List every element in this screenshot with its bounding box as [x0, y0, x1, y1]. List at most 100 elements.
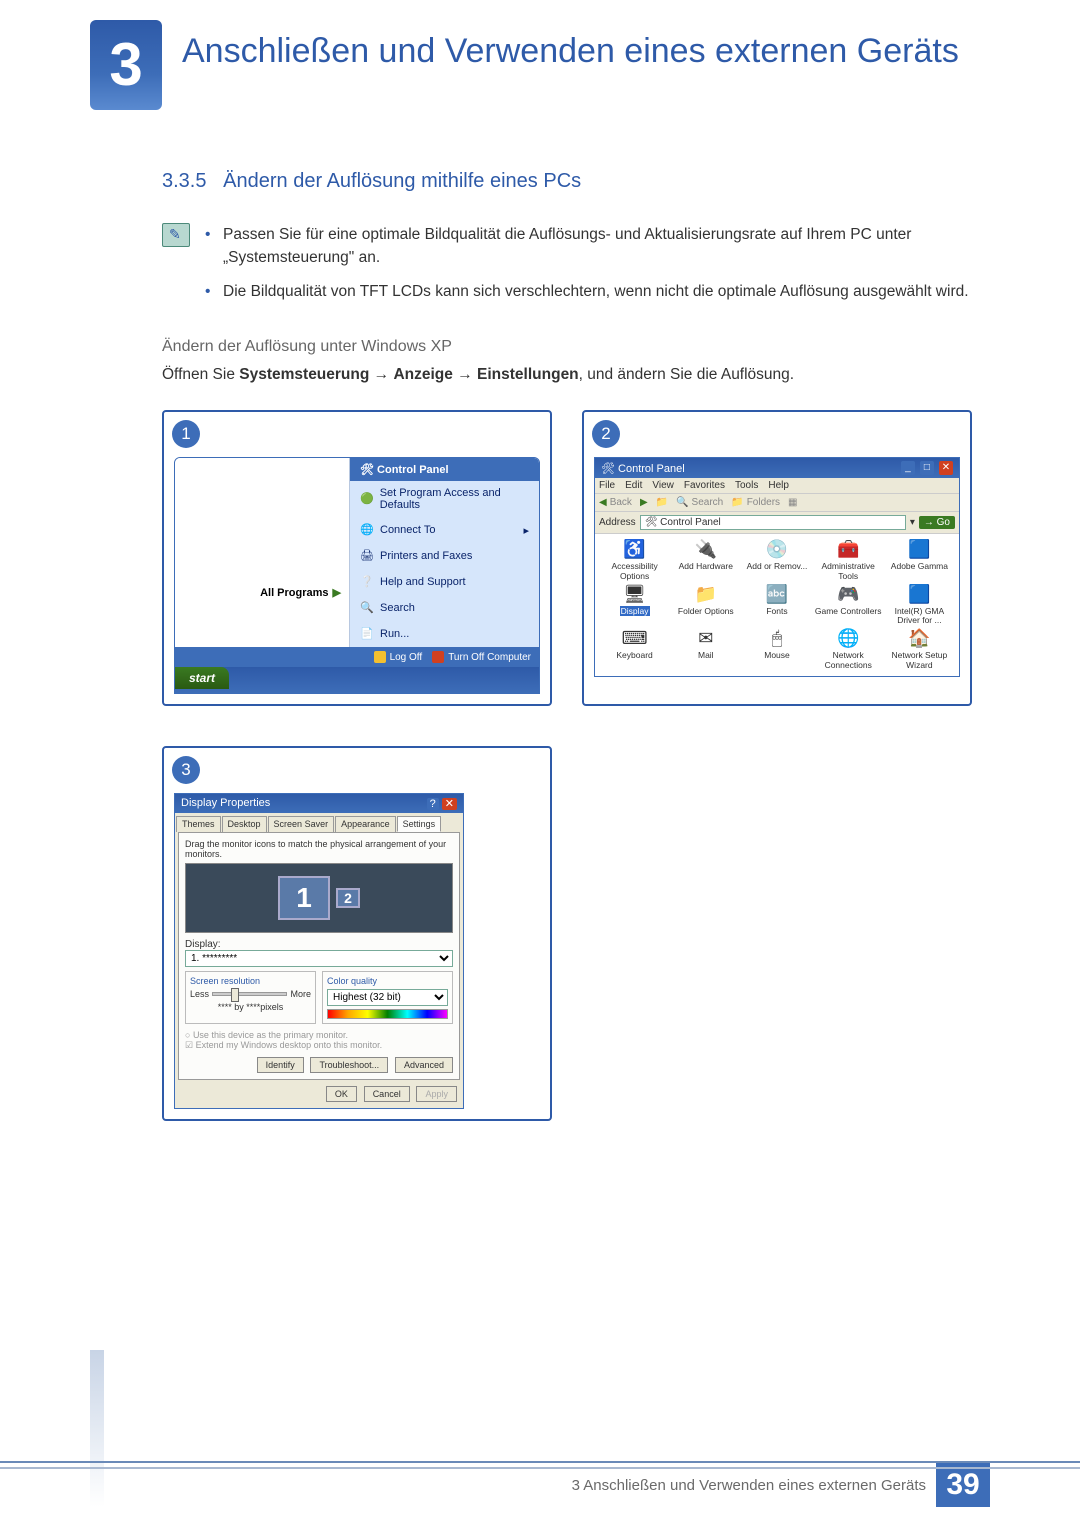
keyboard-icon: ⌨: [601, 629, 668, 649]
all-programs[interactable]: All Programs ▶: [175, 578, 349, 607]
taskbar: start: [175, 667, 539, 693]
accessibility-icon: ♿: [601, 540, 668, 560]
resolution-slider[interactable]: [212, 992, 287, 996]
adobe-icon: 🟦: [886, 540, 953, 560]
up-button[interactable]: 📁: [656, 497, 668, 508]
tab-appearance[interactable]: Appearance: [335, 816, 396, 832]
start-menu-item[interactable]: 🟢Set Program Access and Defaults: [350, 481, 539, 517]
menu-edit[interactable]: Edit: [625, 480, 642, 491]
subsection-heading: Ändern der Auflösung unter Windows XP: [90, 338, 990, 356]
cp-icon-add-remove[interactable]: 💿Add or Remov...: [743, 540, 810, 580]
cp-icon-game[interactable]: 🎮Game Controllers: [815, 585, 882, 625]
cp-icon-netsetup[interactable]: 🏠Network Setup Wizard: [886, 629, 953, 669]
back-icon: ◀: [599, 497, 607, 508]
screenshot-3-frame: 3 Display Properties ? ✕ Themes Desktop …: [162, 746, 552, 1121]
help-button[interactable]: ?: [427, 798, 439, 810]
start-menu-item[interactable]: 📄Run...: [350, 621, 539, 647]
start-button[interactable]: start: [175, 667, 229, 689]
menu-favorites[interactable]: Favorites: [684, 480, 725, 491]
chapter-number-badge: 3: [90, 20, 162, 110]
log-off-button[interactable]: Log Off: [374, 651, 423, 663]
cp-icon-display[interactable]: 🖥Display: [601, 585, 668, 625]
start-menu-item[interactable]: 🌐Connect To▸: [350, 517, 539, 543]
tab-settings[interactable]: Settings: [397, 816, 442, 832]
troubleshoot-button[interactable]: Troubleshoot...: [310, 1057, 388, 1073]
color-quality-select[interactable]: Highest (32 bit): [327, 989, 448, 1006]
display-select[interactable]: 1. *********: [185, 950, 453, 967]
note-item: Die Bildqualität von TFT LCDs kann sich …: [205, 280, 990, 303]
primary-monitor-check[interactable]: ○ Use this device as the primary monitor…: [185, 1030, 453, 1040]
monitor-2[interactable]: 2: [336, 888, 360, 908]
cp-icon-intel[interactable]: 🟦Intel(R) GMA Driver for ...: [886, 585, 953, 625]
search-button[interactable]: 🔍Search: [676, 497, 723, 508]
cp-icon-admin[interactable]: 🧰Administrative Tools: [815, 540, 882, 580]
menu-file[interactable]: File: [599, 480, 615, 491]
more-label: More: [290, 989, 311, 999]
chapter-header: 3 Anschließen und Verwenden eines extern…: [90, 20, 990, 110]
control-panel-window: 🛠 Control Panel _ □ ✕ File Edit View Fav…: [594, 457, 960, 676]
window-title: 🛠 Control Panel: [601, 462, 685, 475]
intel-icon: 🟦: [886, 585, 953, 605]
cp-icon-fonts[interactable]: 🔤Fonts: [743, 585, 810, 625]
monitor-1[interactable]: 1: [278, 876, 330, 920]
turn-off-button[interactable]: Turn Off Computer: [432, 651, 531, 663]
extend-desktop-check[interactable]: ☑ Extend my Windows desktop onto this mo…: [185, 1040, 453, 1051]
chevron-right-icon: ▶: [333, 586, 341, 599]
address-dropdown[interactable]: ▾: [910, 517, 915, 528]
advanced-button[interactable]: Advanced: [395, 1057, 453, 1073]
menu-help[interactable]: Help: [768, 480, 789, 491]
address-input[interactable]: 🛠 Control Panel: [640, 515, 906, 530]
cp-icon-mouse[interactable]: 🖱Mouse: [743, 629, 810, 669]
start-menu-item[interactable]: 🖨Printers and Faxes: [350, 543, 539, 569]
toolbar: ◀Back ▶ 📁 🔍Search 📁Folders ▦: [595, 493, 959, 512]
tab-desktop[interactable]: Desktop: [222, 816, 267, 832]
forward-icon: ▶: [640, 497, 648, 508]
views-button[interactable]: ▦: [788, 497, 797, 508]
menu-tools[interactable]: Tools: [735, 480, 758, 491]
start-menu: All Programs ▶ 🛠 Control Panel 🟢Set Prog…: [174, 457, 540, 694]
identify-button[interactable]: Identify: [257, 1057, 304, 1073]
cp-icon-accessibility[interactable]: ♿Accessibility Options: [601, 540, 668, 580]
start-menu-item[interactable]: 🔍Search: [350, 595, 539, 621]
tab-screensaver[interactable]: Screen Saver: [268, 816, 335, 832]
display-properties-window: Display Properties ? ✕ Themes Desktop Sc…: [174, 793, 464, 1109]
tab-themes[interactable]: Themes: [176, 816, 221, 832]
menu-bar: File Edit View Favorites Tools Help: [595, 478, 959, 493]
less-label: Less: [190, 989, 209, 999]
help-icon: ❔: [360, 575, 374, 589]
game-icon: 🎮: [815, 585, 882, 605]
minimize-button[interactable]: _: [901, 461, 915, 475]
cp-icon-mail[interactable]: ✉Mail: [672, 629, 739, 669]
note-icon: [162, 223, 190, 247]
ok-button[interactable]: OK: [326, 1086, 357, 1102]
start-menu-item[interactable]: ❔Help and Support: [350, 569, 539, 595]
netsetup-icon: 🏠: [886, 629, 953, 649]
cancel-button[interactable]: Cancel: [364, 1086, 410, 1102]
footer-text: 3 Anschließen und Verwenden eines extern…: [572, 1477, 926, 1494]
run-icon: 📄: [360, 627, 374, 641]
monitor-arrangement[interactable]: 1 2: [185, 863, 453, 933]
cp-icon-add-hardware[interactable]: 🔌Add Hardware: [672, 540, 739, 580]
cp-icon-adobe[interactable]: 🟦Adobe Gamma: [886, 540, 953, 580]
back-button[interactable]: ◀Back: [599, 497, 632, 508]
close-button[interactable]: ✕: [442, 798, 457, 810]
resolution-header: Screen resolution: [190, 976, 311, 986]
cp-icon-keyboard[interactable]: ⌨Keyboard: [601, 629, 668, 669]
cp-icon-network[interactable]: 🌐Network Connections: [815, 629, 882, 669]
section-heading: 3.3.5 Ändern der Auflösung mithilfe eine…: [90, 170, 990, 193]
go-button[interactable]: → Go: [919, 516, 955, 529]
drag-instruction: Drag the monitor icons to match the phys…: [185, 839, 453, 859]
admin-icon: 🧰: [815, 540, 882, 560]
apply-button[interactable]: Apply: [416, 1086, 457, 1102]
menu-view[interactable]: View: [652, 480, 674, 491]
window-title: Display Properties: [181, 797, 270, 810]
start-menu-control-panel[interactable]: Control Panel: [377, 464, 449, 476]
folders-button[interactable]: 📁Folders: [731, 497, 780, 508]
network-icon: 🌐: [815, 629, 882, 649]
forward-button[interactable]: ▶: [640, 497, 648, 508]
cp-icon-folder-options[interactable]: 📁Folder Options: [672, 585, 739, 625]
screenshot-1-frame: 1 All Programs ▶ 🛠 Control Panel: [162, 410, 552, 706]
maximize-button[interactable]: □: [920, 461, 934, 475]
close-button[interactable]: ✕: [939, 461, 953, 475]
note-block: Passen Sie für eine optimale Bildqualitä…: [90, 223, 990, 313]
